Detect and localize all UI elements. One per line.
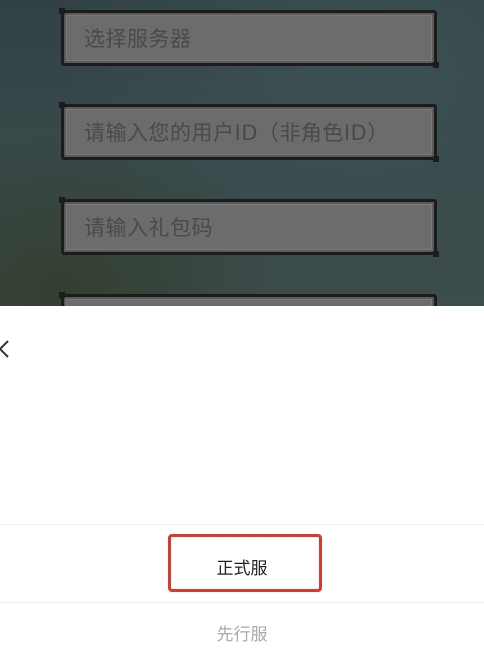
server-picker-sheet: 正式服 先行服	[0, 306, 484, 658]
user-id-placeholder: 请输入您的用户ID（非角色ID）	[84, 121, 389, 145]
option-official-server[interactable]: 正式服	[0, 554, 484, 579]
screen: 选择服务器 请输入您的用户ID（非角色ID） 请输入礼包码 正式服 先行服	[0, 0, 484, 658]
divider	[0, 602, 484, 603]
gift-code-input[interactable]: 请输入礼包码	[59, 197, 439, 257]
divider	[0, 524, 484, 525]
server-select[interactable]: 选择服务器	[59, 8, 439, 68]
option-preview-server[interactable]: 先行服	[0, 620, 484, 645]
chevron-left-icon[interactable]	[0, 338, 12, 360]
user-id-input[interactable]: 请输入您的用户ID（非角色ID）	[59, 102, 439, 162]
server-select-placeholder: 选择服务器	[84, 27, 192, 51]
gift-code-placeholder: 请输入礼包码	[84, 216, 213, 240]
